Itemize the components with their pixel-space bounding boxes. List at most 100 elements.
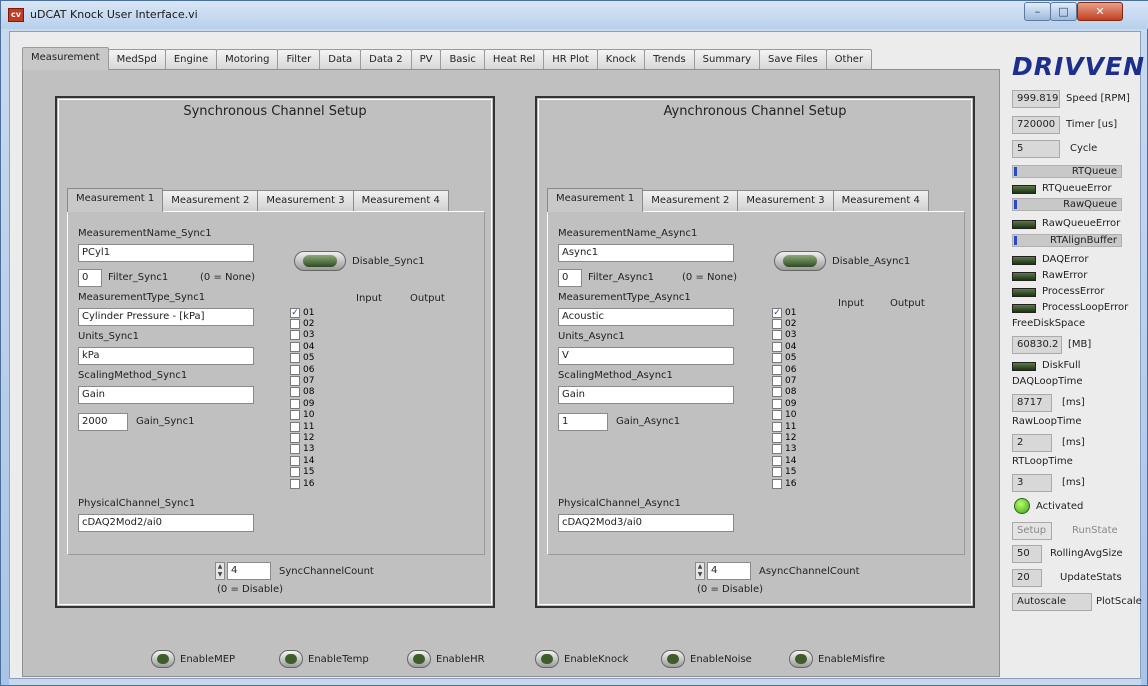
async-subtab-measurement-4[interactable]: Measurement 4 — [832, 190, 929, 211]
sync-channel-row: 08 — [290, 387, 314, 398]
tab-knock[interactable]: Knock — [596, 49, 646, 70]
sync-subtab-measurement-2[interactable]: Measurement 2 — [162, 190, 259, 211]
enablenoise-button[interactable]: EnableNoise — [661, 650, 752, 668]
tab-motoring[interactable]: Motoring — [216, 49, 279, 70]
async-scaling-field[interactable]: Gain — [558, 386, 734, 404]
tab-basic[interactable]: Basic — [440, 49, 485, 70]
status-sidebar: DRIVVEN 999.819 Speed [RPM] 720000 Timer… — [1006, 32, 1144, 678]
async-channel-label: 08 — [785, 387, 797, 398]
async-channel-label: 15 — [785, 467, 797, 478]
async-channel-checkbox[interactable] — [772, 444, 782, 455]
sync-channel-row: 14 — [290, 455, 314, 466]
sync-channel-checkbox[interactable] — [290, 375, 300, 386]
async-channel-checkbox[interactable] — [772, 353, 782, 364]
async-count-spinner[interactable]: ▲ ▼ — [695, 562, 705, 580]
sync-channel-checkbox[interactable] — [290, 353, 300, 364]
sync-name-label: MeasurementName_Sync1 — [78, 228, 212, 239]
enablehr-button[interactable]: EnableHR — [407, 650, 485, 668]
async-disable-toggle[interactable] — [774, 251, 826, 271]
sync-channel-checkbox[interactable] — [290, 455, 300, 466]
minimize-button[interactable]: – — [1024, 2, 1051, 21]
rollingavg-field[interactable]: 50 — [1012, 545, 1042, 563]
sync-subtab-measurement-4[interactable]: Measurement 4 — [352, 190, 449, 211]
sync-units-label: Units_Sync1 — [78, 331, 140, 342]
async-channel-label: 04 — [785, 341, 797, 352]
sync-subtab-measurement-1[interactable]: Measurement 1 — [67, 188, 164, 212]
async-channel-checkbox[interactable] — [772, 330, 782, 341]
async-name-field[interactable]: Async1 — [558, 244, 734, 262]
updatestats-field[interactable]: 20 — [1012, 569, 1042, 587]
tab-measurement[interactable]: Measurement — [22, 47, 109, 70]
async-channel-checkbox[interactable]: ✓ — [772, 307, 782, 318]
async-channel-checkbox[interactable] — [772, 432, 782, 443]
async-physical-field[interactable]: cDAQ2Mod3/ai0 — [558, 514, 734, 532]
sync-channel-checkbox[interactable] — [290, 421, 300, 432]
sync-disable-toggle[interactable] — [294, 251, 346, 271]
async-filter-note: (0 = None) — [682, 272, 737, 283]
sync-channel-checkbox[interactable] — [290, 410, 300, 421]
async-filter-field[interactable]: 0 — [558, 269, 582, 287]
async-channel-checkbox[interactable] — [772, 421, 782, 432]
enablemep-button[interactable]: EnableMEP — [151, 650, 235, 668]
maximize-button[interactable]: □ — [1050, 2, 1077, 21]
sync-units-field[interactable]: kPa — [78, 347, 254, 365]
sync-channel-checkbox[interactable] — [290, 341, 300, 352]
sync-channel-checkbox[interactable] — [290, 478, 300, 489]
enabletemp-button[interactable]: EnableTemp — [279, 650, 369, 668]
async-channel-checkbox[interactable] — [772, 455, 782, 466]
tab-save-files[interactable]: Save Files — [758, 49, 827, 70]
enablemisfire-button[interactable]: EnableMisfire — [789, 650, 885, 668]
sync-channel-checkbox[interactable] — [290, 467, 300, 478]
async-units-field[interactable]: V — [558, 347, 734, 365]
sync-filter-field[interactable]: 0 — [78, 269, 102, 287]
tab-hr-plot[interactable]: HR Plot — [543, 49, 598, 70]
async-subtab-measurement-3[interactable]: Measurement 3 — [737, 190, 834, 211]
tab-heat-rel[interactable]: Heat Rel — [483, 49, 545, 70]
sync-name-field[interactable]: PCyl1 — [78, 244, 254, 262]
async-channel-checkbox[interactable] — [772, 341, 782, 352]
async-channel-checkbox[interactable] — [772, 375, 782, 386]
sync-physical-field[interactable]: cDAQ2Mod2/ai0 — [78, 514, 254, 532]
plotscale-select[interactable]: Autoscale — [1012, 593, 1092, 611]
tab-data[interactable]: Data — [319, 49, 362, 70]
async-channel-checkbox[interactable] — [772, 387, 782, 398]
updatestats-label: UpdateStats — [1060, 572, 1122, 583]
sync-channel-checkbox[interactable] — [290, 444, 300, 455]
async-channel-row: 13 — [772, 444, 796, 455]
async-channel-checkbox[interactable] — [772, 467, 782, 478]
sync-count-spinner[interactable]: ▲ ▼ — [215, 562, 225, 580]
sync-type-field[interactable]: Cylinder Pressure - [kPa] — [78, 308, 254, 326]
title-bar: cv uDCAT Knock User Interface.vi – □ ✕ — [1, 1, 1148, 29]
close-button[interactable]: ✕ — [1077, 2, 1123, 21]
async-count-field[interactable]: 4 — [707, 562, 751, 580]
sync-channel-checkbox[interactable] — [290, 318, 300, 329]
tab-data-2[interactable]: Data 2 — [360, 49, 412, 70]
async-channel-checkbox[interactable] — [772, 364, 782, 375]
sync-channel-checkbox[interactable] — [290, 364, 300, 375]
async-channel-checkbox[interactable] — [772, 410, 782, 421]
async-subtab-measurement-2[interactable]: Measurement 2 — [642, 190, 739, 211]
tab-engine[interactable]: Engine — [164, 49, 218, 70]
async-subtab-measurement-1[interactable]: Measurement 1 — [547, 188, 644, 212]
sync-channel-checkbox[interactable] — [290, 398, 300, 409]
sync-channel-checkbox[interactable] — [290, 387, 300, 398]
enableknock-button[interactable]: EnableKnock — [535, 650, 628, 668]
sync-channel-checkbox[interactable] — [290, 432, 300, 443]
async-type-field[interactable]: Acoustic — [558, 308, 734, 326]
async-gain-field[interactable]: 1 — [558, 413, 608, 431]
sync-gain-field[interactable]: 2000 — [78, 413, 128, 431]
tab-trends[interactable]: Trends — [644, 49, 695, 70]
sync-subtab-measurement-3[interactable]: Measurement 3 — [257, 190, 354, 211]
tab-filter[interactable]: Filter — [277, 49, 321, 70]
sync-scaling-field[interactable]: Gain — [78, 386, 254, 404]
tab-other[interactable]: Other — [825, 49, 873, 70]
sync-channel-checkbox[interactable] — [290, 330, 300, 341]
async-channel-checkbox[interactable] — [772, 398, 782, 409]
tab-pv[interactable]: PV — [410, 49, 442, 70]
sync-count-field[interactable]: 4 — [227, 562, 271, 580]
sync-channel-checkbox[interactable]: ✓ — [290, 307, 300, 318]
tab-summary[interactable]: Summary — [693, 49, 760, 70]
tab-medspd[interactable]: MedSpd — [107, 49, 166, 70]
async-channel-checkbox[interactable] — [772, 478, 782, 489]
async-channel-checkbox[interactable] — [772, 318, 782, 329]
